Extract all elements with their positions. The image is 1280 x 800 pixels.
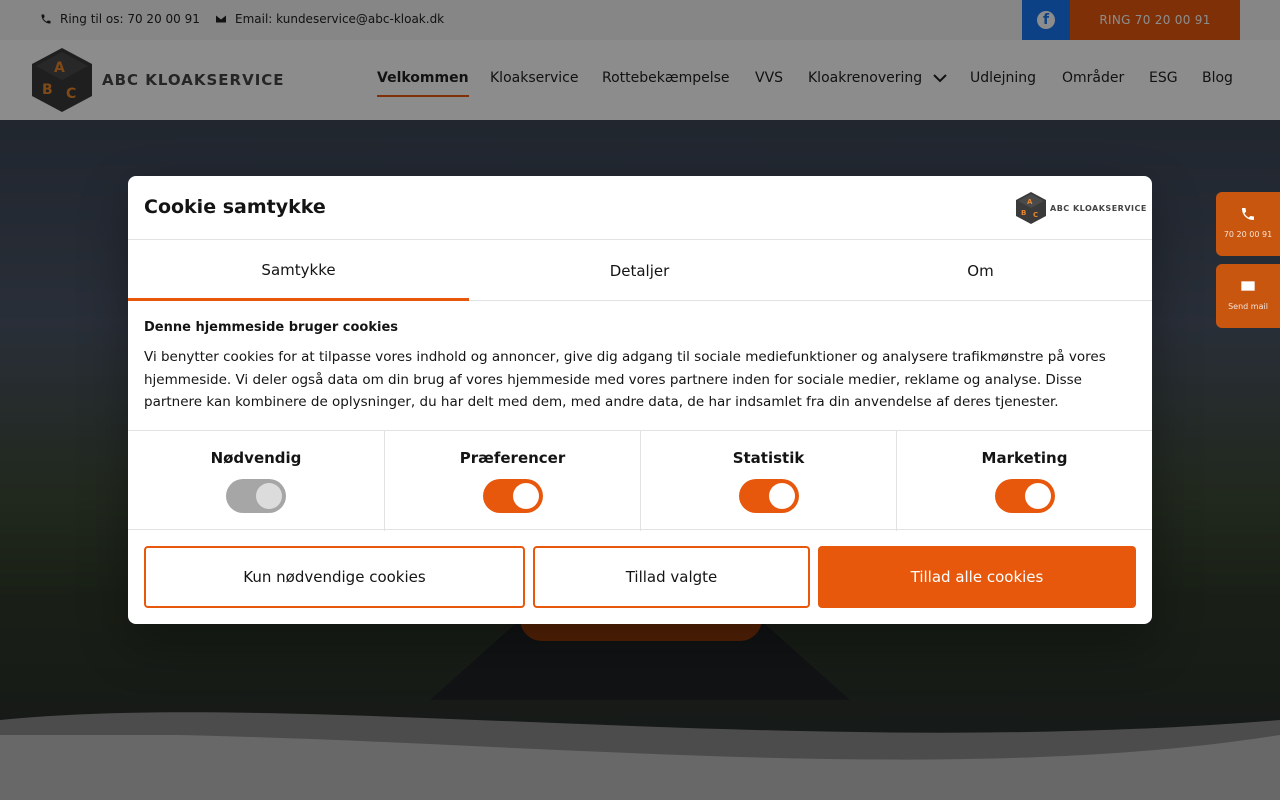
category-statistik-label: Statistik (732, 449, 805, 467)
category-marketing-toggle[interactable] (995, 479, 1055, 513)
tab-samtykke[interactable]: Samtykke (128, 241, 469, 301)
logo-letter-a: A (1027, 198, 1033, 206)
category-praeferencer-label: Præferencer (459, 449, 566, 467)
category-noedvendig-label: Nødvendig (210, 449, 302, 467)
category-statistik-toggle[interactable] (739, 479, 799, 513)
logo-letter-b: B (1021, 209, 1026, 217)
side-mail-button[interactable]: Send mail (1216, 264, 1280, 328)
cookie-tabs: Samtykke Detaljer Om (128, 241, 1152, 301)
side-mail-label: Send mail (1228, 302, 1268, 311)
phone-icon (1242, 208, 1254, 220)
cookie-logo-text: ABC KLOAKSERVICE (1050, 203, 1147, 213)
necessary-cookies-button[interactable]: Kun nødvendige cookies (144, 546, 525, 608)
category-marketing-label: Marketing (981, 449, 1068, 467)
tab-om[interactable]: Om (810, 241, 1151, 301)
cookie-categories: Nødvendig Præferencer Statistik Marketin… (128, 430, 1152, 531)
category-praeferencer: Præferencer (384, 431, 640, 531)
logo-letter-c: C (1033, 211, 1038, 219)
tab-detaljer[interactable]: Detaljer (469, 241, 810, 301)
cookie-description: Vi benytter cookies for at tilpasse vore… (144, 349, 1106, 410)
category-statistik: Statistik (640, 431, 896, 531)
side-call-button[interactable]: 70 20 00 91 (1216, 192, 1280, 256)
envelope-icon (1241, 281, 1255, 291)
allow-selected-button[interactable]: Tillad valgte (533, 546, 810, 608)
cookie-dialog-title: Cookie samtykke (144, 196, 326, 218)
cookie-dialog-header: Cookie samtykke A B C ABC KLOAKSERVICE (128, 176, 1152, 240)
category-noedvendig-toggle (226, 479, 286, 513)
category-praeferencer-toggle[interactable] (483, 479, 543, 513)
cookie-heading: Denne hjemmeside bruger cookies (144, 320, 398, 335)
allow-all-button[interactable]: Tillad alle cookies (818, 546, 1136, 608)
cookie-dialog-logo: A B C ABC KLOAKSERVICE (1016, 192, 1147, 224)
category-marketing: Marketing (896, 431, 1152, 531)
side-call-label: 70 20 00 91 (1223, 230, 1273, 239)
cookie-consent-dialog: Cookie samtykke A B C ABC KLOAKSERVICE S… (128, 176, 1152, 624)
category-noedvendig: Nødvendig (128, 431, 384, 531)
logo-mark-icon: A B C (1016, 192, 1046, 224)
